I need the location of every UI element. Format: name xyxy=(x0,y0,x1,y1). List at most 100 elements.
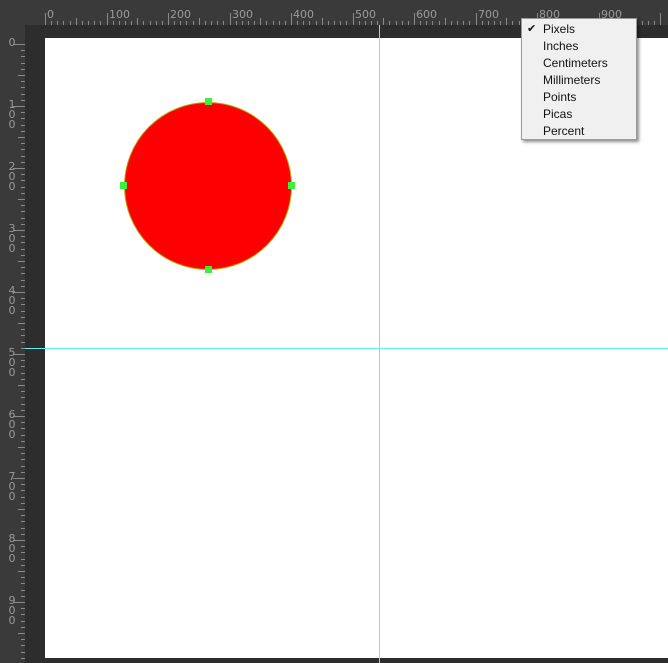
ruler-tick xyxy=(648,21,649,25)
ruler-origin-corner[interactable] xyxy=(0,0,25,25)
menu-item-picas[interactable]: Picas xyxy=(522,106,636,123)
ruler-tick xyxy=(21,273,25,274)
menu-item-inches[interactable]: Inches xyxy=(522,38,636,55)
ruler-tick xyxy=(21,125,25,126)
top-ruler-label: 600 xyxy=(416,8,437,21)
menu-item-centimeters[interactable]: Centimeters xyxy=(522,55,636,72)
ruler-tick xyxy=(119,21,120,25)
ruler-tick xyxy=(21,565,25,566)
top-ruler-label: 500 xyxy=(355,8,376,21)
ruler-tick xyxy=(21,118,25,119)
ruler-tick xyxy=(260,18,261,25)
ruler-tick xyxy=(18,385,25,386)
ruler-tick xyxy=(328,21,329,25)
ruler-tick xyxy=(500,21,501,25)
ruler-tick xyxy=(21,211,25,212)
ruler-tick xyxy=(199,18,200,25)
ruler-tick xyxy=(18,571,25,572)
ruler-tick xyxy=(242,21,243,25)
ruler-tick xyxy=(654,21,655,25)
ruler-tick xyxy=(186,21,187,25)
ruler-tick xyxy=(21,249,25,250)
ruler-tick xyxy=(21,627,25,628)
ruler-tick xyxy=(445,18,446,25)
ruler-tick xyxy=(340,21,341,25)
ruler-tick xyxy=(273,21,274,25)
ruler-tick xyxy=(21,69,25,70)
bottom-anchor-handle[interactable] xyxy=(205,266,212,273)
ruler-tick xyxy=(476,13,477,25)
ruler-tick xyxy=(205,21,206,25)
ruler-tick xyxy=(21,149,25,150)
menu-item-pixels[interactable]: ✔ Pixels xyxy=(522,21,636,38)
ruler-tick xyxy=(21,379,25,380)
ruler-tick xyxy=(156,21,157,25)
ruler-tick xyxy=(21,515,25,516)
ruler-tick xyxy=(21,236,25,237)
ruler-tick xyxy=(396,21,397,25)
top-ruler-label: 100 xyxy=(109,8,130,21)
ruler-tick xyxy=(125,21,126,25)
ruler-tick xyxy=(21,459,25,460)
ruler-tick xyxy=(45,13,46,25)
vertical-ruler[interactable]: 0 100 200 300 400 500 600 700 800 900 xyxy=(0,25,25,663)
ruler-tick xyxy=(70,21,71,25)
ruler-tick xyxy=(174,21,175,25)
ruler-tick xyxy=(21,187,25,188)
ruler-tick xyxy=(297,21,298,25)
ruler-tick xyxy=(291,13,292,25)
menu-item-label: Centimeters xyxy=(543,56,608,70)
horizontal-guide[interactable] xyxy=(25,348,668,349)
ruler-tick xyxy=(322,18,323,25)
left-anchor-handle[interactable] xyxy=(120,182,127,189)
ruler-tick xyxy=(248,21,249,25)
ruler-tick xyxy=(21,329,25,330)
ruler-tick xyxy=(21,583,25,584)
ruler-tick xyxy=(230,13,231,25)
ruler-tick xyxy=(21,621,25,622)
ruler-tick xyxy=(254,21,255,25)
ruler-tick xyxy=(21,342,25,343)
ruler-tick xyxy=(18,261,25,262)
ruler-tick xyxy=(451,21,452,25)
ruler-tick xyxy=(18,323,25,324)
ruler-tick xyxy=(150,21,151,25)
ruler-tick xyxy=(107,13,108,25)
ruler-tick xyxy=(21,590,25,591)
ruler-tick xyxy=(76,18,77,25)
menu-item-points[interactable]: Points xyxy=(522,89,636,106)
ruler-tick xyxy=(383,18,384,25)
ruler-tick xyxy=(21,373,25,374)
ruler-tick xyxy=(469,21,470,25)
ruler-tick xyxy=(21,131,25,132)
ruler-tick xyxy=(21,242,25,243)
red-circle-shape[interactable] xyxy=(124,102,292,270)
top-anchor-handle[interactable] xyxy=(205,98,212,105)
ruler-tick xyxy=(94,21,95,25)
ruler-tick xyxy=(21,639,25,640)
left-ruler-label: 800 xyxy=(8,532,16,565)
ruler-tick xyxy=(21,652,25,653)
ruler-tick xyxy=(21,534,25,535)
ruler-tick xyxy=(21,428,25,429)
ruler-tick xyxy=(21,441,25,442)
vertical-guide[interactable] xyxy=(379,25,380,663)
ruler-tick xyxy=(21,614,25,615)
ruler-tick xyxy=(21,435,25,436)
right-anchor-handle[interactable] xyxy=(288,182,295,189)
ruler-tick xyxy=(223,21,224,25)
ruler-tick xyxy=(285,21,286,25)
ruler-tick xyxy=(88,21,89,25)
ruler-tick xyxy=(18,137,25,138)
menu-item-millimeters[interactable]: Millimeters xyxy=(522,72,636,89)
ruler-tick xyxy=(21,112,25,113)
ruler-tick xyxy=(21,87,25,88)
ruler-tick xyxy=(217,21,218,25)
checkmark-icon: ✔ xyxy=(527,23,537,35)
menu-item-percent[interactable]: Percent xyxy=(522,123,636,140)
ruler-tick xyxy=(21,645,25,646)
ruler-tick xyxy=(21,298,25,299)
ruler-tick xyxy=(377,21,378,25)
ruler-tick xyxy=(18,509,25,510)
ruler-tick xyxy=(21,156,25,157)
